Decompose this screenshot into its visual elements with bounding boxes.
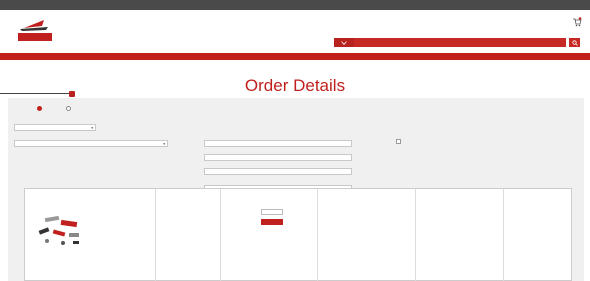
page-title: Order Details	[244, 76, 346, 95]
field-c2-input[interactable]	[204, 154, 352, 161]
search-category-select[interactable]	[334, 38, 354, 47]
column-divider	[415, 189, 416, 281]
logo-swoosh-dark	[20, 27, 48, 31]
field-c-input[interactable]	[204, 140, 352, 147]
column-divider	[317, 189, 318, 281]
search-icon	[571, 39, 578, 46]
qty-input[interactable]	[261, 209, 283, 215]
option-checkbox[interactable]	[396, 139, 401, 144]
logo-swoosh	[24, 20, 44, 28]
field-c3-input[interactable]	[204, 168, 352, 175]
chevron-down-icon: ▾	[91, 126, 93, 130]
brand-logo[interactable]	[10, 16, 58, 44]
order-items-table	[24, 188, 572, 281]
cart-icon[interactable]	[572, 17, 582, 27]
search-button[interactable]	[569, 38, 580, 47]
column-divider	[220, 189, 221, 281]
update-button[interactable]	[261, 219, 283, 225]
search-input[interactable]	[354, 38, 566, 47]
chevron-down-icon: ▾	[163, 142, 165, 146]
column-divider	[503, 189, 504, 281]
product-image	[38, 215, 79, 245]
field-b-select[interactable]: ▾	[14, 140, 168, 147]
main-nav	[0, 53, 590, 60]
order-type-radio-1[interactable]	[37, 105, 42, 111]
field-a-select[interactable]: ▾	[14, 124, 96, 131]
search-bar	[334, 38, 580, 47]
logo-wordmark	[18, 33, 52, 41]
column-divider	[155, 189, 156, 281]
top-utility-bar	[0, 0, 590, 10]
chevron-down-icon	[341, 40, 347, 45]
order-type-radio-2[interactable]	[66, 105, 71, 111]
